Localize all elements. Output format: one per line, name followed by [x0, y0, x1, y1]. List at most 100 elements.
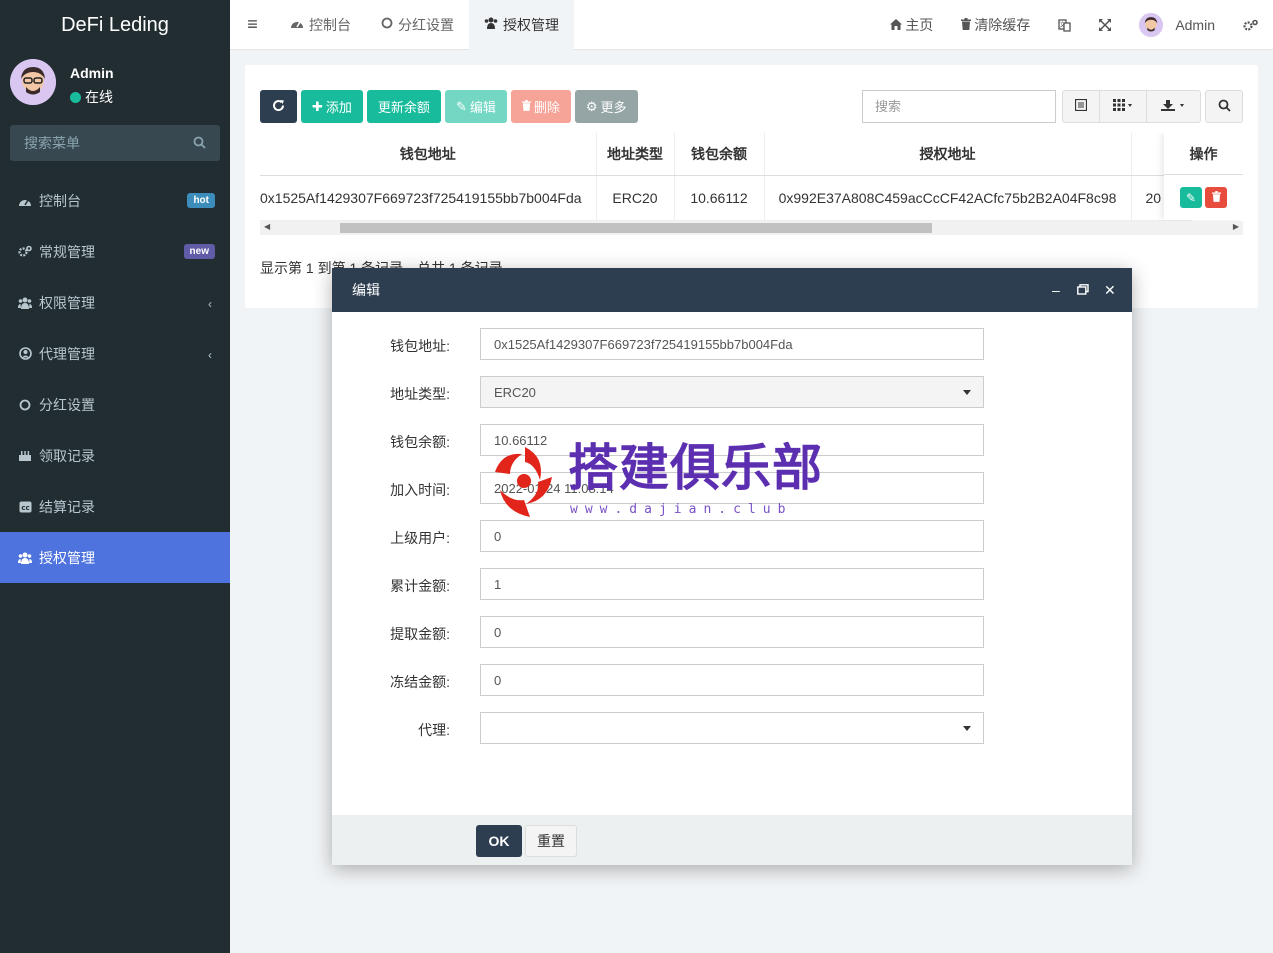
field-parent: 上级用户: 0: [332, 520, 1132, 552]
refresh-button[interactable]: [260, 90, 297, 123]
horizontal-scrollbar[interactable]: ◀ ▶: [260, 221, 1243, 235]
menu-search-input[interactable]: [10, 125, 180, 161]
admin-menu[interactable]: Admin: [1125, 0, 1229, 50]
more-button[interactable]: ⚙ 更多: [574, 90, 638, 123]
caret-down-icon: [963, 390, 971, 395]
field-label: 提取金额:: [390, 626, 450, 642]
tab-label: 授权管理: [503, 16, 559, 33]
wallet-address-input[interactable]: 0x1525Af1429307F669723f725419155bb7b004F…: [480, 328, 984, 360]
update-balance-label: 更新余额: [377, 100, 430, 115]
field-label: 钱包余额:: [390, 434, 450, 450]
user-circle-icon: [18, 347, 32, 361]
address-type-select[interactable]: ERC20: [480, 376, 984, 408]
search-icon[interactable]: [193, 136, 206, 152]
row-edit-button[interactable]: ✎: [1180, 187, 1202, 208]
sidebar-item-settlement[interactable]: cc 结算记录: [0, 481, 230, 532]
clear-cache-label: 清除缓存: [974, 17, 1031, 33]
scroll-left-icon[interactable]: ◀: [264, 222, 270, 231]
plus-icon: ✚: [312, 98, 323, 114]
field-label: 累计金额:: [390, 578, 450, 594]
column-header[interactable]: 地址类型: [596, 133, 675, 176]
table-row[interactable]: 0x1525Af1429307F669723f725419155bb7b004F…: [260, 175, 1192, 221]
agent-select[interactable]: [480, 712, 984, 744]
field-withdrawn: 提取金额: 0: [332, 616, 1132, 648]
sidebar-item-authorization[interactable]: 授权管理: [0, 532, 230, 583]
scroll-thumb[interactable]: [340, 223, 932, 233]
pencil-icon: ✎: [1185, 190, 1197, 205]
sidebar-item-permission[interactable]: 权限管理 ‹: [0, 277, 230, 328]
status-text: 在线: [85, 89, 113, 105]
field-balance: 钱包余额: 10.66112: [332, 424, 1132, 456]
modal-footer: OK 重置: [332, 815, 1132, 865]
language-icon[interactable]: 文: [1044, 0, 1085, 50]
menu-search: [10, 125, 220, 161]
cake-icon: [18, 449, 32, 463]
sidebar-item-dashboard[interactable]: 控制台 hot: [0, 175, 230, 226]
delete-button[interactable]: 删除: [510, 90, 571, 123]
close-icon[interactable]: ✕: [1104, 282, 1116, 299]
edit-button[interactable]: ✎ 编辑: [444, 90, 507, 123]
sidebar-item-general[interactable]: 常规管理 new: [0, 226, 230, 277]
tab-authorization[interactable]: 授权管理: [469, 0, 574, 50]
maximize-icon[interactable]: [1077, 282, 1089, 298]
clear-cache-link[interactable]: 清除缓存: [947, 0, 1044, 50]
table-search-input[interactable]: [862, 90, 1056, 123]
modal-title: 编辑: [352, 282, 380, 298]
trash-icon: [1211, 190, 1221, 205]
sidebar-item-label: 常规管理: [39, 243, 95, 260]
dashboard-icon: [18, 194, 32, 208]
scroll-right-icon[interactable]: ▶: [1233, 222, 1239, 231]
parent-user-input[interactable]: 0: [480, 520, 984, 552]
gears-icon[interactable]: [1229, 0, 1273, 50]
frozen-amount-input[interactable]: 0: [480, 664, 984, 696]
sidebar-item-label: 分红设置: [39, 396, 95, 413]
fullscreen-icon[interactable]: [1085, 0, 1125, 50]
group-icon: [18, 551, 32, 565]
edit-modal: 编辑 – ✕ 钱包地址: 0x1525Af1429307F669723f7254…: [332, 268, 1132, 865]
sidebar-item-claims[interactable]: 领取记录: [0, 430, 230, 481]
row-actions: ✎: [1164, 175, 1243, 220]
export-button[interactable]: [1147, 90, 1201, 123]
sidebar-item-agent[interactable]: 代理管理 ‹: [0, 328, 230, 379]
more-label: 更多: [600, 100, 627, 115]
toggle-view-button[interactable]: [1062, 90, 1100, 123]
join-time-input[interactable]: 2022-01-24 11:08:14: [480, 472, 984, 504]
circle-icon: [18, 398, 32, 412]
brand-logo[interactable]: DeFi Leding: [0, 0, 230, 50]
search-icon: [1218, 99, 1231, 115]
table-header-row: 钱包地址 地址类型 钱包余额 授权地址: [260, 133, 1192, 176]
gear-icon: ⚙: [585, 98, 598, 114]
home-label: 主页: [905, 17, 934, 33]
operations-column: 操作 ✎: [1164, 133, 1243, 220]
reset-button[interactable]: 重置: [525, 825, 577, 857]
online-dot-icon: [70, 92, 81, 103]
tab-dividend[interactable]: 分红设置: [366, 0, 469, 50]
tab-dashboard[interactable]: 控制台: [275, 0, 366, 50]
column-header[interactable]: 钱包地址: [260, 133, 597, 176]
row-delete-button[interactable]: [1205, 187, 1227, 208]
column-header[interactable]: 钱包余额: [674, 133, 765, 176]
ok-button[interactable]: OK: [476, 825, 522, 857]
data-table-wrapper: 钱包地址 地址类型 钱包余额 授权地址 0x1525Af1429307F6697…: [260, 133, 1243, 241]
add-button[interactable]: ✚ 添加: [301, 90, 363, 123]
update-balance-button[interactable]: 更新余额: [366, 90, 441, 123]
minimize-icon[interactable]: –: [1052, 282, 1060, 298]
field-label: 冻结金额:: [390, 674, 450, 690]
column-header[interactable]: 授权地址: [764, 133, 1132, 176]
field-type: 地址类型: ERC20: [332, 376, 1132, 408]
cell-auth-address: 0x992E37A808C459acCcCF42ACfc75b2B2A04F8c…: [764, 175, 1132, 221]
wallet-balance-input[interactable]: 10.66112: [480, 424, 984, 456]
field-total: 累计金额: 1: [332, 568, 1132, 600]
pencil-icon: ✎: [455, 98, 467, 114]
search-button[interactable]: [1205, 90, 1243, 123]
group-icon: [18, 296, 32, 310]
sidebar-item-dividend[interactable]: 分红设置: [0, 379, 230, 430]
table-toolbar: ✚ 添加 更新余额 ✎ 编辑 删除 ⚙ 更多: [260, 90, 642, 123]
columns-button[interactable]: [1100, 90, 1147, 123]
total-amount-input[interactable]: 1: [480, 568, 984, 600]
home-link[interactable]: 主页: [876, 0, 947, 50]
withdrawn-amount-input[interactable]: 0: [480, 616, 984, 648]
hot-badge: hot: [187, 193, 215, 208]
cell-type: ERC20: [596, 175, 675, 221]
menu-toggle-icon[interactable]: ≡: [230, 0, 275, 50]
